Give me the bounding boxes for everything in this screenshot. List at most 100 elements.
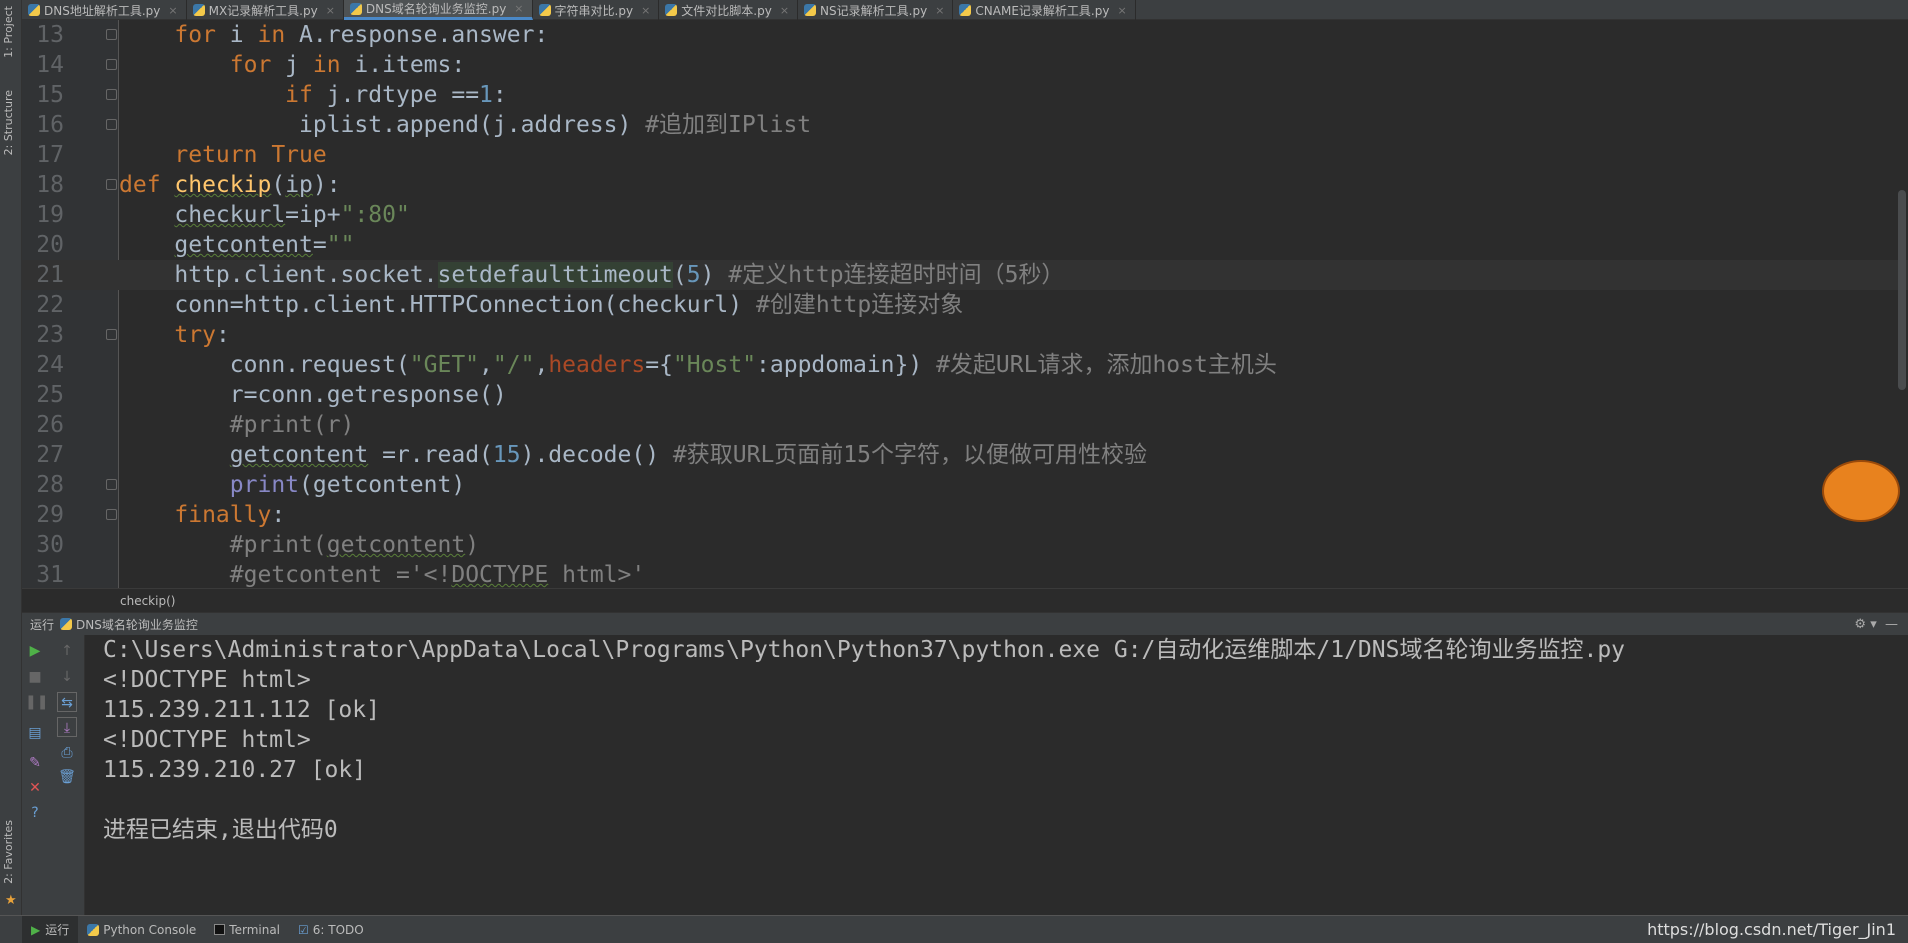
soft-wrap-icon[interactable]: ⇆ — [57, 692, 77, 712]
close-tab-icon[interactable]: × — [641, 4, 650, 17]
watermark: https://blog.csdn.net/Tiger_Jin1 — [1647, 920, 1896, 939]
todo-button[interactable]: ☑ 6: TODO — [289, 916, 373, 943]
code-line[interactable]: 16 iplist.append(j.address) #追加到IPlist — [22, 110, 1908, 140]
tab-4[interactable]: 文件对比脚本.py × — [659, 0, 799, 20]
code-line[interactable]: 29 finally: — [22, 500, 1908, 530]
terminal-button[interactable]: Terminal — [205, 916, 289, 943]
code-line[interactable]: 13 for i in A.response.answer: — [22, 20, 1908, 50]
fold-marker-icon[interactable] — [106, 329, 117, 340]
fold-marker-icon[interactable] — [106, 89, 117, 100]
breadcrumb[interactable]: checkip() — [22, 588, 1908, 612]
line-number: 29 — [36, 502, 64, 528]
code-token: "Host" — [672, 352, 757, 378]
line-number: 30 — [36, 532, 64, 558]
code-line[interactable]: 19 checkurl=ip+":80" — [22, 200, 1908, 230]
python-file-icon — [538, 4, 551, 16]
tab-2[interactable]: DNS域名轮询业务监控.py × — [343, 0, 533, 20]
code-line[interactable]: 14 for j in i.items: — [22, 50, 1908, 80]
rerun-icon[interactable]: ▶ — [25, 641, 45, 661]
help-icon[interactable]: ? — [25, 803, 45, 823]
code-token: , — [534, 352, 549, 378]
print-icon[interactable]: ⎙ — [57, 743, 77, 763]
close-tab-icon[interactable]: × — [780, 4, 789, 17]
code-text: def checkip(ip): — [119, 170, 341, 200]
code-line[interactable]: 27 getcontent =r.read(15).decode() #获取UR… — [22, 440, 1908, 470]
pin-icon[interactable]: ✎ — [25, 753, 45, 773]
tab-5[interactable]: NS记录解析工具.py × — [798, 0, 954, 20]
project-tool-tab[interactable]: 1: Project — [2, 6, 15, 58]
down-arrow-icon[interactable]: ↓ — [57, 667, 77, 687]
code-line[interactable]: 24 conn.request("GET","/",headers={"Host… — [22, 350, 1908, 380]
line-number: 31 — [36, 562, 64, 588]
close-tab-icon[interactable]: × — [514, 2, 523, 15]
code-token: i — [215, 22, 258, 48]
tab-1[interactable]: MX记录解析工具.py × — [187, 0, 344, 20]
tab-label: DNS地址解析工具.py — [44, 3, 161, 18]
code-text: return True — [119, 140, 326, 170]
tab-0[interactable]: DNS地址解析工具.py × — [22, 0, 187, 20]
tab-6[interactable]: CNAME记录解析工具.py × — [953, 0, 1136, 20]
python-file-icon — [349, 2, 362, 15]
close-tab-icon[interactable]: × — [1117, 4, 1126, 17]
up-arrow-icon[interactable]: ↑ — [57, 641, 77, 661]
fold-marker-icon[interactable] — [106, 509, 117, 520]
code-token: checkip — [174, 172, 272, 198]
favorites-tool-tab[interactable]: 2: Favorites — [2, 820, 15, 884]
code-line[interactable]: 15 if j.rdtype ==1: — [22, 80, 1908, 110]
python-file-icon — [192, 4, 205, 16]
fold-marker-icon[interactable] — [106, 479, 117, 490]
code-line[interactable]: 25 r=conn.getresponse() — [22, 380, 1908, 410]
fold-marker-icon[interactable] — [106, 59, 117, 70]
fold-marker-icon[interactable] — [106, 119, 117, 130]
layout-icon[interactable]: ▤ — [25, 723, 45, 743]
editor-tabs: DNS地址解析工具.py × MX记录解析工具.py × DNS域名轮询业务监控.py ×… — [22, 0, 1908, 20]
code-text: #getcontent ='<!DOCTYPE html>' — [119, 560, 645, 588]
code-line[interactable]: 28 print(getcontent) — [22, 470, 1908, 500]
tab-3[interactable]: 字符串对比.py × — [533, 0, 660, 20]
code-line[interactable]: 22 conn=http.client.HTTPConnection(check… — [22, 290, 1908, 320]
code-line[interactable]: 23 try: — [22, 320, 1908, 350]
close-tab-icon[interactable]: × — [935, 4, 944, 17]
structure-tool-tab[interactable]: 2: Structure — [2, 90, 15, 155]
settings-icon[interactable]: ⚙ ▾ — — [1854, 617, 1898, 632]
console-line: <!DOCTYPE html> — [103, 727, 311, 753]
line-number: 16 — [36, 112, 64, 138]
close-icon[interactable]: ✕ — [25, 778, 45, 798]
code-line[interactable]: 18 def checkip(ip): — [22, 170, 1908, 200]
close-tab-icon[interactable]: × — [326, 4, 335, 17]
trash-icon[interactable]: 🗑 — [57, 767, 77, 787]
run-console[interactable]: C:\Users\Administrator\AppData\Local\Pro… — [85, 635, 1908, 915]
pause-icon[interactable]: ❚❚ — [25, 692, 48, 712]
code-token: ( — [672, 262, 687, 288]
code-line[interactable]: 26 #print(r) — [22, 410, 1908, 440]
code-token: 5 — [686, 262, 701, 288]
close-tab-icon[interactable]: × — [168, 4, 177, 17]
console-line: 115.239.210.27 [ok] — [103, 757, 367, 783]
code-token: ={ — [645, 352, 673, 378]
code-text: getcontent =r.read(15).decode() #获取URL页面… — [119, 440, 1147, 470]
code-text: for i in A.response.answer: — [119, 20, 548, 50]
scroll-to-end-icon[interactable]: ⤓ — [57, 717, 77, 737]
code-line[interactable]: 30 #print(getcontent) — [22, 530, 1908, 560]
code-line[interactable]: 31 #getcontent ='<!DOCTYPE html>' — [22, 560, 1908, 588]
code-token: , — [479, 352, 493, 378]
python-console-button[interactable]: Python Console — [78, 916, 205, 943]
fold-marker-icon[interactable] — [106, 179, 117, 190]
stop-icon[interactable]: ■ — [25, 667, 45, 687]
fold-marker-icon[interactable] — [106, 29, 117, 40]
code-editor[interactable]: 13 for i in A.response.answer: 14 for j i… — [22, 20, 1908, 588]
line-number: 21 — [36, 262, 64, 288]
code-line[interactable]: 20 getcontent="" — [22, 230, 1908, 260]
code-text: conn.request("GET","/",headers={"Host":a… — [119, 350, 1277, 380]
code-line[interactable]: 17 return True — [22, 140, 1908, 170]
line-number: 19 — [36, 202, 64, 228]
editor-scrollbar[interactable] — [1898, 190, 1906, 390]
run-tool-button[interactable]: ▶ 运行 — [22, 916, 79, 943]
code-text: checkurl=ip+":80" — [119, 200, 409, 230]
code-line[interactable]: 21 http.client.socket.setdefaulttimeout(… — [22, 260, 1908, 290]
run-tool-label: 运行 — [45, 923, 70, 937]
code-token: "GET" — [409, 352, 480, 378]
